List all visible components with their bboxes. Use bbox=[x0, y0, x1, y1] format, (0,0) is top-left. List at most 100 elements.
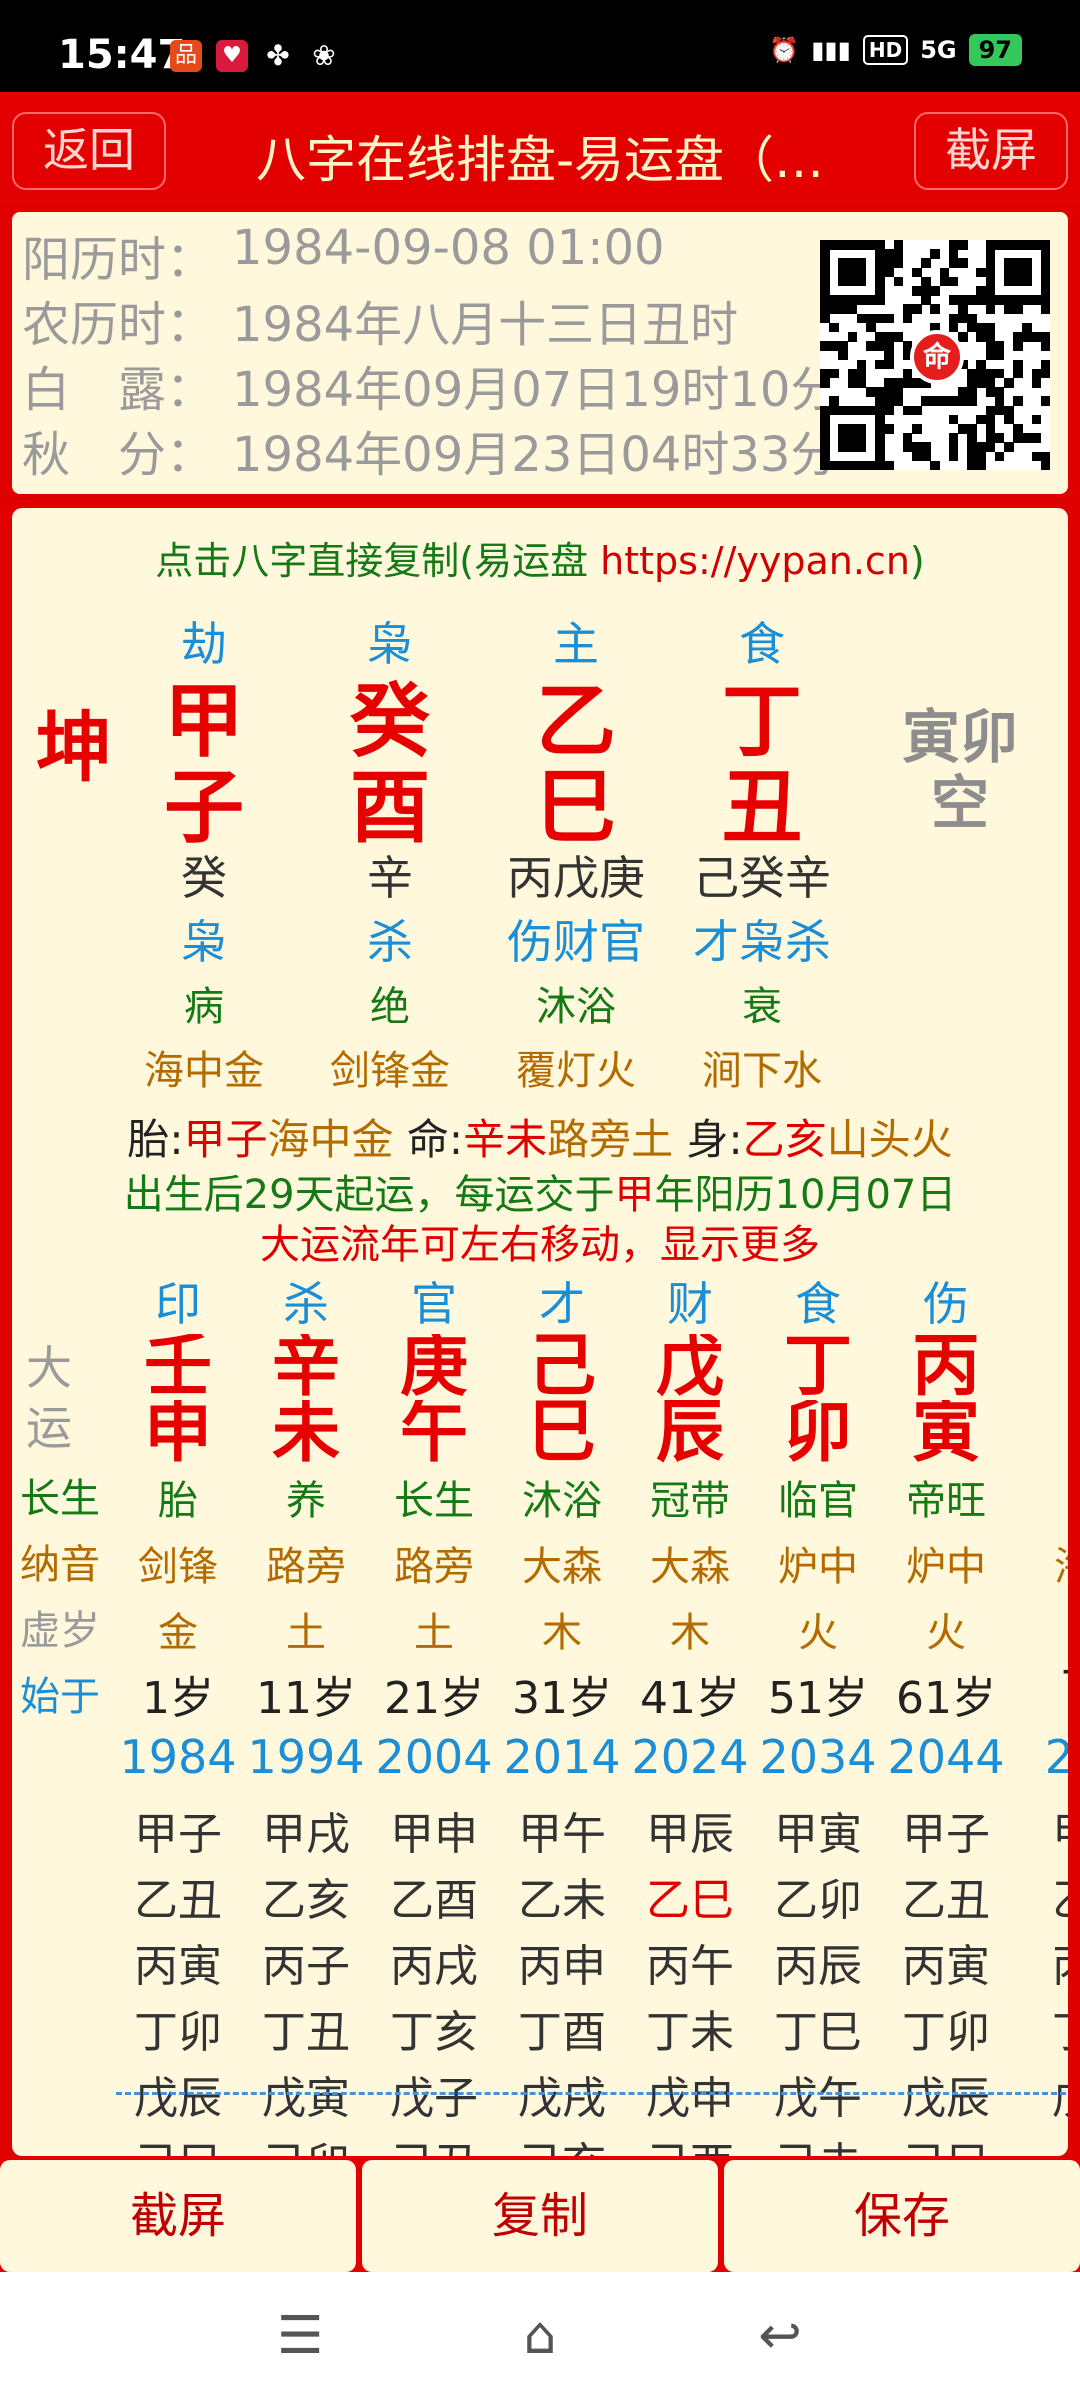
qr-module bbox=[893, 258, 904, 269]
screenshot-button[interactable]: 截屏 bbox=[914, 112, 1068, 190]
qr-module bbox=[902, 405, 913, 416]
liunian-cell[interactable]: 丁卯 bbox=[114, 1996, 242, 2060]
liunian-cell[interactable]: 甲戌 bbox=[242, 1798, 370, 1862]
qr-module bbox=[921, 451, 931, 462]
qr-module bbox=[820, 341, 830, 351]
qr-module bbox=[948, 313, 959, 324]
liunian-cell[interactable]: 乙卯 bbox=[754, 1864, 882, 1928]
liunian-cell[interactable]: 甲辰 bbox=[626, 1798, 754, 1862]
qr-module bbox=[820, 424, 830, 434]
pillar-zhi: 子 bbox=[164, 760, 244, 854]
liunian-cell[interactable]: 丙子 bbox=[242, 1930, 370, 1994]
liunian-cell[interactable]: 乙丑 bbox=[114, 1864, 242, 1928]
liunian-cell[interactable]: 丁亥 bbox=[370, 1996, 498, 2060]
liunian-cell[interactable]: 己卯 bbox=[242, 2128, 370, 2156]
liunian-cell[interactable]: 己未 bbox=[754, 2128, 882, 2156]
qr-module bbox=[875, 442, 885, 453]
qr-module bbox=[884, 249, 895, 259]
liunian-cell[interactable]: 乙巳 bbox=[626, 1864, 754, 1928]
liunian-cell[interactable]: 丙寅 bbox=[114, 1930, 242, 1994]
qr-module bbox=[1013, 359, 1023, 370]
liunian-cell[interactable]: 丙寅 bbox=[882, 1930, 1010, 1994]
liunian-cell[interactable]: 己丑 bbox=[370, 2128, 498, 2156]
qr-module bbox=[1040, 396, 1051, 407]
liunian-cell[interactable]: 己酉 bbox=[626, 2128, 754, 2156]
qr-module bbox=[967, 424, 977, 434]
liunian-cell[interactable]: 乙 bbox=[1010, 1864, 1068, 1928]
back-button[interactable]: 返回 bbox=[12, 112, 166, 190]
qr-module bbox=[921, 276, 931, 287]
qr-module bbox=[912, 286, 922, 296]
qr-module bbox=[985, 249, 996, 259]
dayun-gan: 壬 bbox=[143, 1334, 212, 1398]
liunian-cell[interactable]: 己巳 bbox=[114, 2128, 242, 2156]
liunian-cell[interactable]: 甲子 bbox=[882, 1798, 1010, 1862]
liunian-cell[interactable]: 丁 bbox=[1010, 1996, 1068, 2060]
qr-module bbox=[1040, 286, 1051, 296]
liunian-cell[interactable]: 丁酉 bbox=[498, 1996, 626, 2060]
qr-module bbox=[1031, 451, 1042, 462]
liunian-cell[interactable]: 乙未 bbox=[498, 1864, 626, 1928]
liunian-cell[interactable]: 己巳 bbox=[882, 2128, 1010, 2156]
liunian-cell[interactable]: 丁卯 bbox=[882, 1996, 1010, 2060]
liunian-cell[interactable]: 甲申 bbox=[370, 1798, 498, 1862]
dayun-shishen: 杀 bbox=[283, 1277, 329, 1331]
save-button[interactable]: 保存 bbox=[724, 2160, 1080, 2272]
qr-module bbox=[820, 378, 830, 388]
dayun-gan: 丁 bbox=[783, 1334, 852, 1398]
dayun-changsheng: 沐浴 bbox=[522, 1478, 602, 1524]
liunian-cell[interactable]: 丙辰 bbox=[754, 1930, 882, 1994]
back-icon[interactable]: ↩ bbox=[750, 2306, 810, 2366]
qr-module bbox=[994, 405, 1005, 416]
qr-module bbox=[985, 350, 996, 361]
qr-module bbox=[847, 460, 858, 471]
qr-module bbox=[985, 424, 996, 434]
dayun-start-year: 2034 bbox=[759, 1730, 877, 1784]
liunian-cell[interactable]: 丁巳 bbox=[754, 1996, 882, 2060]
liunian-cell[interactable]: 乙亥 bbox=[242, 1864, 370, 1928]
qr-module bbox=[994, 350, 1005, 361]
copy-button[interactable]: 复制 bbox=[362, 2160, 718, 2272]
liunian-cell[interactable]: 丙戌 bbox=[370, 1930, 498, 1994]
qr-module bbox=[866, 460, 876, 471]
liunian-cell[interactable]: 丙午 bbox=[626, 1930, 754, 1994]
network-type: 5G bbox=[920, 36, 957, 64]
qr-module bbox=[1031, 414, 1042, 425]
screenshot-action-button[interactable]: 截屏 bbox=[0, 2160, 356, 2272]
qr-module bbox=[838, 341, 849, 351]
qr-module bbox=[948, 322, 959, 333]
liunian-cell[interactable]: 乙酉 bbox=[370, 1864, 498, 1928]
qr-module bbox=[847, 424, 858, 434]
liunian-cell[interactable]: 甲子 bbox=[114, 1798, 242, 1862]
pillar-canggan: 己癸辛 bbox=[693, 851, 831, 905]
qr-module bbox=[967, 460, 977, 471]
qr-module bbox=[829, 405, 839, 416]
liunian-cell[interactable]: 丙申 bbox=[498, 1930, 626, 1994]
qr-module bbox=[1040, 332, 1051, 342]
menu-icon[interactable]: ☰ bbox=[270, 2306, 330, 2366]
dayun-gan: 己 bbox=[527, 1334, 596, 1398]
liunian-cell[interactable]: 丁丑 bbox=[242, 1996, 370, 2060]
qr-module bbox=[866, 295, 876, 305]
liunian-cell[interactable]: 甲寅 bbox=[754, 1798, 882, 1862]
liunian-cell[interactable]: 甲 bbox=[1010, 1798, 1068, 1862]
qr-module bbox=[958, 295, 968, 305]
dayun-label: 大 运 bbox=[26, 1341, 72, 1455]
liunian-cell[interactable]: 丁未 bbox=[626, 1996, 754, 2060]
qr-module bbox=[838, 276, 849, 287]
liunian-cell[interactable]: 甲午 bbox=[498, 1798, 626, 1862]
liunian-cell[interactable]: 乙丑 bbox=[882, 1864, 1010, 1928]
battery-icon: 97 bbox=[968, 34, 1022, 66]
qr-module bbox=[1004, 295, 1014, 305]
home-icon[interactable]: ⌂ bbox=[510, 2306, 570, 2366]
liunian-cell[interactable]: 己亥 bbox=[498, 2128, 626, 2156]
qr-module bbox=[985, 414, 996, 425]
qr-module bbox=[1013, 396, 1023, 407]
qr-module bbox=[994, 295, 1005, 305]
dayun-changsheng: 胎 bbox=[158, 1478, 198, 1524]
qr-code[interactable]: 命 bbox=[820, 240, 1051, 471]
copy-bazi-link[interactable]: 点击八字直接复制(易运盘 https://yypan.cn) bbox=[12, 530, 1068, 585]
liunian-cell[interactable]: 丙 bbox=[1010, 1930, 1068, 1994]
qr-module bbox=[875, 267, 885, 278]
dayun-start-age: 51岁 bbox=[768, 1673, 868, 1724]
